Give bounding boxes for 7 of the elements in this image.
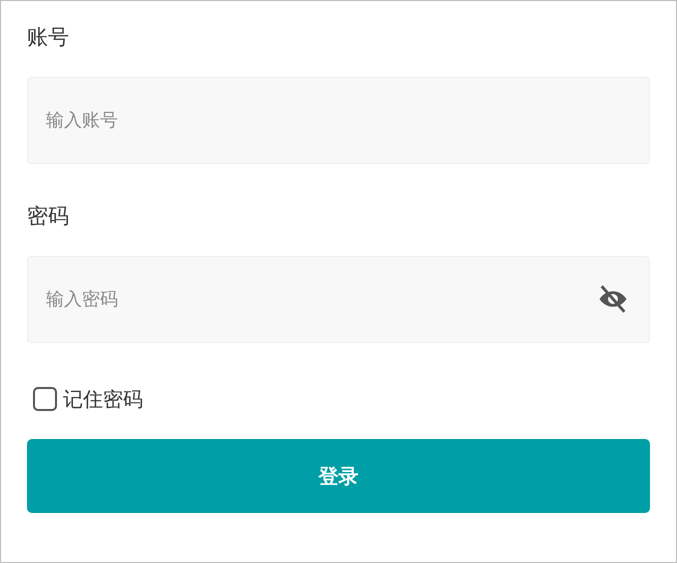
login-button[interactable]: 登录 xyxy=(27,439,650,513)
input-field[interactable]: 输入账号 xyxy=(27,77,650,164)
field-label: 密码 xyxy=(27,203,70,230)
checkbox[interactable] xyxy=(33,387,57,411)
field-label: 账号 xyxy=(27,24,70,51)
checkbox-label: 记住密码 xyxy=(63,386,143,412)
input-field[interactable]: 输入密码 xyxy=(27,256,650,343)
